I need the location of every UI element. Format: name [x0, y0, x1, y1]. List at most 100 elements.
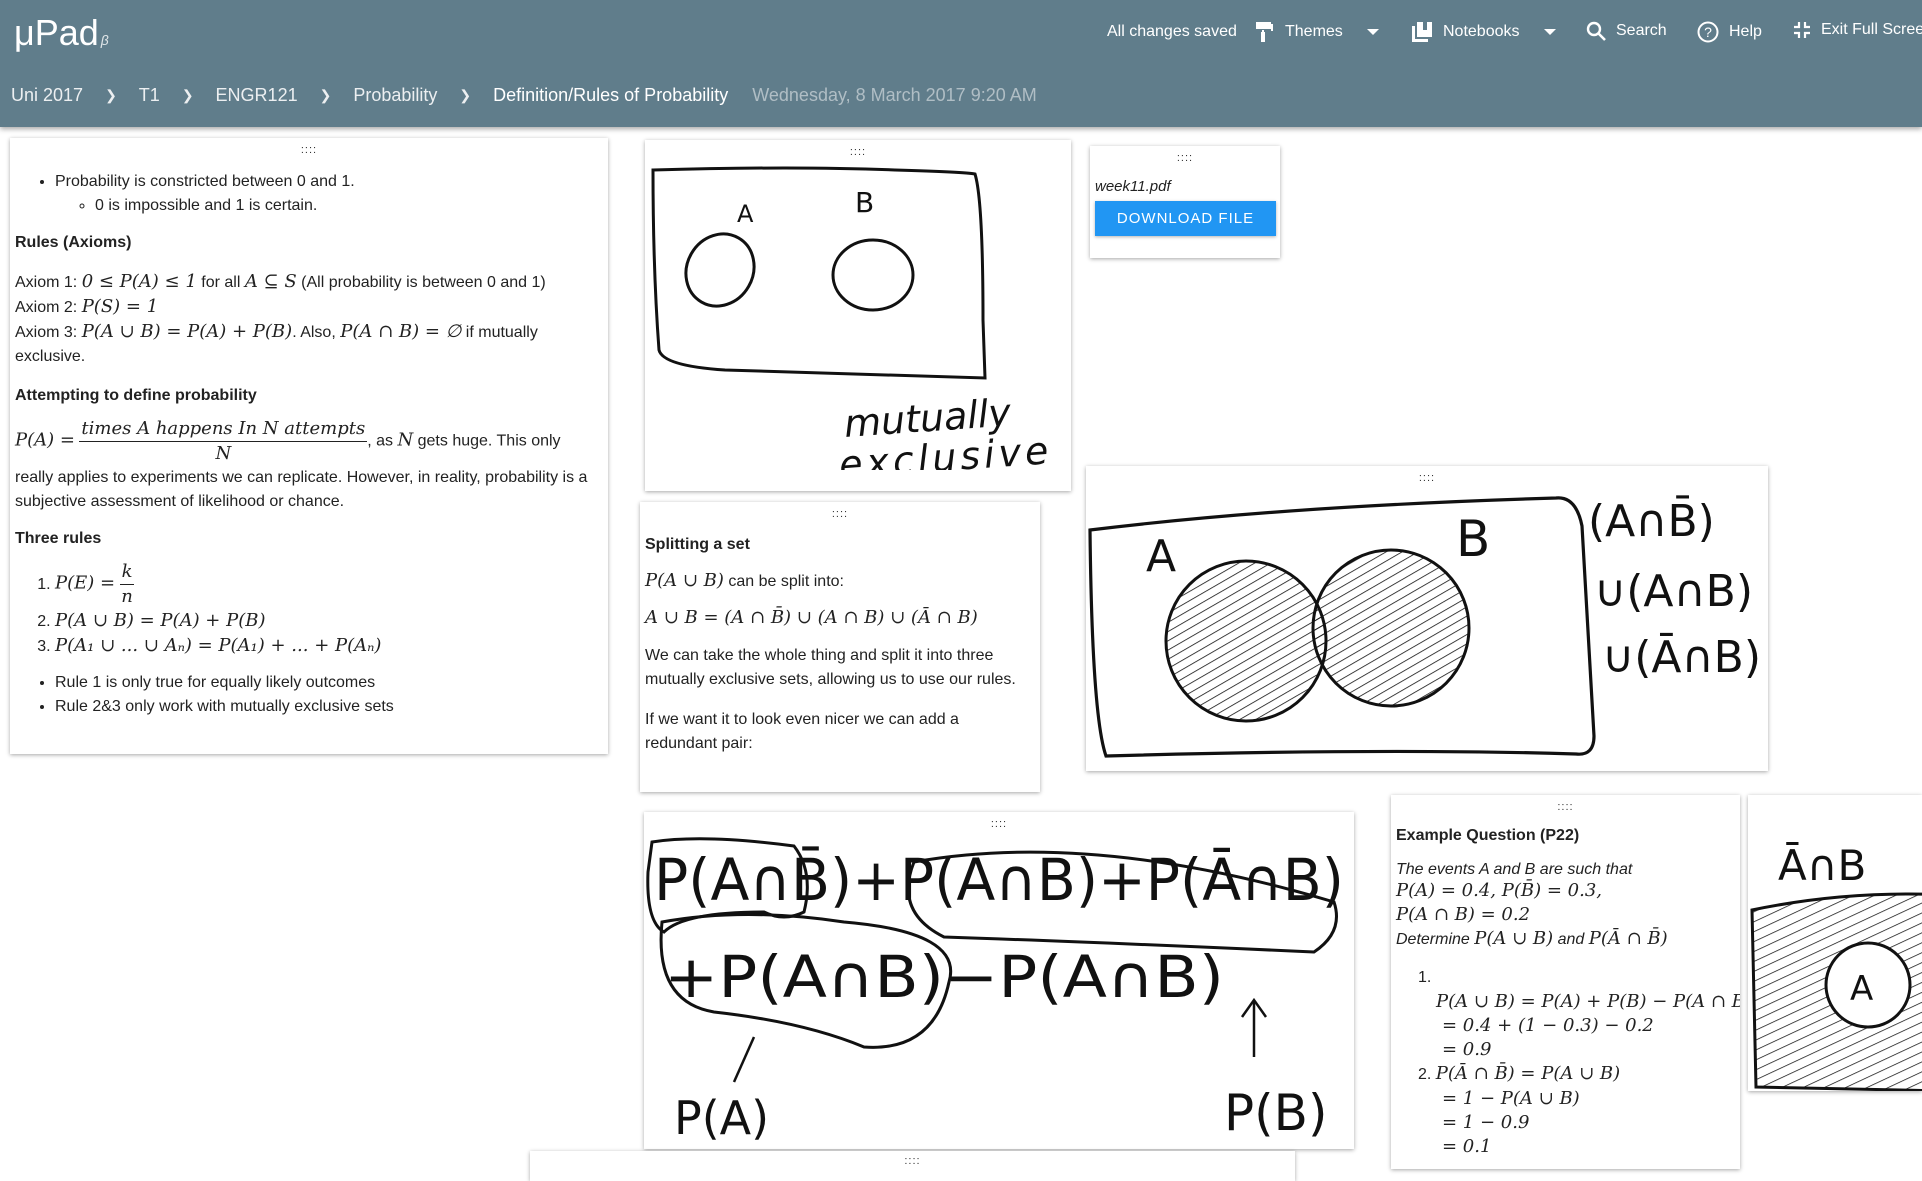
list-item: Rule 1 is only true for equally likely o…	[55, 671, 603, 695]
example-solution: 1. P(A ∪ B) = P(A) + P(B) − P(A ∩ B) = 0…	[1396, 966, 1740, 1159]
overlap-sketch: A B (A∩B̄) ∪(A∩B) ∪(Ā∩B)	[1088, 494, 1761, 758]
exit-fullscreen-icon	[1794, 22, 1810, 38]
rule-math: P(E) =	[55, 572, 116, 594]
axiom-3: Axiom 3: P(A ∪ B) = P(A) + P(B). Also, P…	[15, 320, 603, 369]
splitting-formula: A ∪ B = (A ∩ B̄) ∪ (A ∩ B) ∪ (Ā ∩ B)	[645, 607, 978, 628]
list-item: P(A ∪ B) = P(A) + P(B)	[55, 609, 603, 634]
list-item: 0 is impossible and 1 is certain.	[95, 194, 603, 218]
solution-1-label: 1.	[1418, 969, 1432, 986]
app-logo[interactable]: μPad β	[14, 12, 109, 54]
themes-menu[interactable]: Themes	[1255, 21, 1379, 43]
breadcrumb-notebook[interactable]: Uni 2017	[11, 85, 83, 106]
solution-2-line-4: = 0.1	[1442, 1136, 1492, 1157]
fraction-numerator: k	[119, 560, 135, 585]
three-rules-heading: Three rules	[15, 530, 603, 548]
note-partial-bottom[interactable]: ::::	[530, 1151, 1295, 1181]
heading-text: Attempting to define probability	[15, 387, 257, 404]
notebooks-label: Notebooks	[1443, 23, 1520, 40]
breadcrumb-section[interactable]: Probability	[353, 85, 437, 106]
complement-label: Ā∩B	[1778, 841, 1866, 890]
split-side-1: (A∩B̄)	[1588, 494, 1715, 547]
fraction-denominator: n	[121, 586, 133, 607]
drawing-equation[interactable]: :::: P(A∩B̄)+P(A∩B)+P(Ā∩B) +P(A∩B)−P(A∩B…	[644, 812, 1354, 1149]
equation-sketch: P(A∩B̄)+P(A∩B)+P(Ā∩B) +P(A∩B)−P(A∩B) P(A…	[646, 837, 1344, 1145]
inline-math: P(Ā ∩ B̄)	[1588, 928, 1668, 949]
page-date: Wednesday, 8 March 2017 9:20 AM	[752, 85, 1037, 105]
note-main[interactable]: :::: Probability is constricted between …	[10, 138, 608, 754]
rule-math: P(A₁ ∪ ... ∪ Aₙ) = P(A₁) + ... + P(Aₙ)	[55, 635, 382, 656]
download-file-button[interactable]: DOWNLOAD FILE	[1095, 201, 1276, 236]
breadcrumb-term[interactable]: T1	[139, 85, 160, 106]
venn-sketch: A B mutually exclusive	[651, 166, 1054, 470]
define-heading: Attempting to define probability	[15, 387, 603, 405]
drawing-overlapping-venn[interactable]: :::: A B (A∩B̄) ∪(A∩B) ∪(Ā∩B)	[1086, 466, 1768, 771]
splitting-para2: If we want it to look even nicer we can …	[645, 711, 959, 752]
axiom-label: Axiom 2:	[15, 299, 82, 316]
paragraph-text: , as	[367, 432, 398, 450]
definition-paragraph: P(A) = times A happens In N attempts N, a…	[15, 417, 603, 514]
search-button[interactable]: Search	[1586, 21, 1667, 41]
axiom-math: P(A ∪ B) = P(A) + P(B)	[81, 321, 293, 342]
sub-list: 0 is impossible and 1 is certain.	[55, 194, 603, 218]
rules-list: P(E) = kn P(A ∪ B) = P(A) + P(B) P(A₁ ∪ …	[15, 560, 603, 659]
drag-handle[interactable]: ::::	[1396, 799, 1735, 815]
list-item: Rule 2&3 only work with mutually exclusi…	[55, 695, 603, 719]
notebooks-menu[interactable]: Notebooks	[1411, 21, 1556, 43]
solution-2-line-3: = 1 − 0.9	[1442, 1112, 1530, 1133]
app-toolbar: μPad β All changes saved Themes Notebooks…	[0, 0, 1922, 127]
drag-handle[interactable]: ::::	[645, 506, 1035, 522]
fraction: times A happens In N attempts N	[79, 417, 368, 466]
help-button[interactable]: ? Help	[1697, 21, 1762, 43]
axiom-math: 0 ≤ P(A) ≤ 1	[81, 271, 197, 292]
help-icon: ?	[1697, 21, 1719, 43]
note-example-question[interactable]: :::: Example Question (P22) The events A…	[1391, 795, 1740, 1169]
chevron-right-icon: ❯	[319, 87, 332, 103]
solution-2-line-1: P(Ā ∩ B̄) = P(A ∪ B)	[1435, 1063, 1621, 1084]
equation-line-1: P(A∩B̄)+P(A∩B)+P(Ā∩B)	[654, 844, 1344, 914]
search-icon	[1586, 21, 1606, 41]
chevron-right-icon: ❯	[181, 87, 194, 103]
heading-text: Three rules	[15, 530, 102, 547]
paragraph-text: can be split into:	[723, 573, 844, 590]
drawing-mutually-exclusive[interactable]: :::: A B mutually exclusive	[645, 140, 1071, 491]
axiom-2: Axiom 2: P(S) = 1	[15, 295, 603, 320]
breadcrumb-course[interactable]: ENGR121	[216, 85, 298, 106]
file-name: week11.pdf	[1095, 178, 1171, 195]
split-label-b: B	[1456, 510, 1490, 568]
list-item: P(E) = kn	[55, 560, 603, 609]
solution-1-line-2: = 0.4 + (1 − 0.3) − 0.2	[1442, 1015, 1654, 1036]
axiom-text: . Also,	[292, 324, 341, 341]
drag-handle[interactable]: ::::	[530, 1153, 1295, 1169]
note-splitting-set[interactable]: :::: Splitting a set P(A ∪ B) can be spl…	[640, 502, 1040, 792]
paint-roller-icon	[1256, 22, 1273, 42]
splitting-para1: We can take the whole thing and split it…	[645, 647, 1016, 688]
beta-badge: β	[100, 32, 109, 48]
heading-text: Rules (Axioms)	[15, 234, 132, 251]
axiom-label: Axiom 1:	[15, 274, 82, 291]
breadcrumb-page[interactable]: Definition/Rules of Probability	[493, 85, 728, 106]
paragraph-text: and	[1553, 931, 1589, 948]
help-label: Help	[1729, 23, 1762, 40]
complement-a-label: A	[1850, 969, 1873, 1009]
complement-sketch: Ā∩B A	[1750, 841, 1922, 1091]
themes-label: Themes	[1285, 23, 1343, 40]
splitting-line1: P(A ∪ B) can be split into:	[645, 570, 1035, 591]
split-side-2: ∪(A∩B)	[1594, 566, 1753, 617]
equation-pa-label: P(A)	[674, 1091, 769, 1145]
fraction-denominator: N	[215, 443, 232, 464]
rule-math: P(A ∪ B) = P(A) + P(B)	[55, 610, 266, 631]
bullet-text: Probability is constricted between 0 and…	[55, 173, 355, 190]
inline-math: P(A ∪ B)	[645, 570, 724, 591]
solution-2-label: 2.	[1418, 1066, 1432, 1083]
exit-fullscreen-button[interactable]: Exit Full Screen	[1793, 21, 1922, 39]
list-item: Probability is constricted between 0 and…	[55, 170, 603, 218]
axiom-math: P(S) = 1	[81, 296, 159, 317]
drag-handle[interactable]: ::::	[1095, 150, 1275, 166]
search-label: Search	[1616, 22, 1667, 39]
file-element[interactable]: :::: week11.pdf DOWNLOAD FILE	[1090, 146, 1280, 258]
drawing-complement-venn[interactable]: Ā∩B A	[1748, 795, 1922, 1091]
logo-text: μPad	[14, 12, 99, 53]
heading-text: Splitting a set	[645, 536, 750, 553]
drag-handle[interactable]: ::::	[15, 142, 603, 158]
equation-line-2: +P(A∩B)−P(A∩B)	[664, 943, 1224, 1011]
